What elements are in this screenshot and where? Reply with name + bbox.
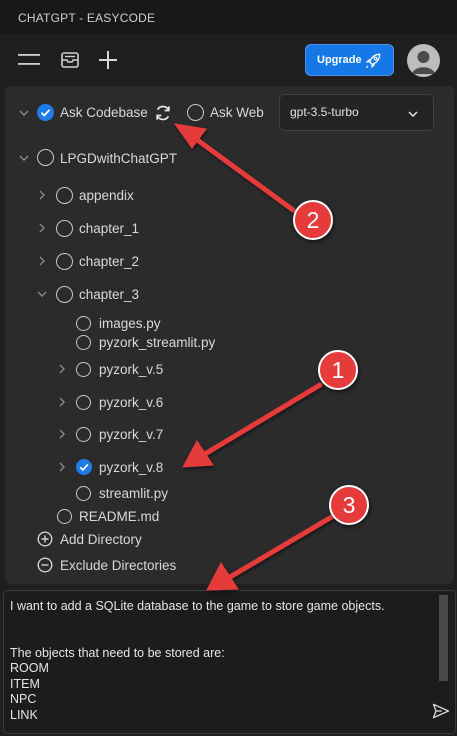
chat-scrollbar[interactable] [439, 595, 448, 681]
chat-input[interactable]: I want to add a SQLite database to the g… [10, 599, 430, 723]
tree-item-appendix[interactable]: appendix [79, 183, 134, 207]
chevron-down-icon[interactable] [36, 288, 48, 300]
chevron-down-icon[interactable] [18, 107, 30, 119]
tree-pyzork-streamlit-checkbox[interactable] [76, 335, 91, 350]
chat-input-box[interactable]: I want to add a SQLite database to the g… [3, 590, 456, 734]
chevron-right-icon[interactable] [56, 461, 68, 473]
tree-item-readme[interactable]: README.md [79, 504, 159, 528]
tree-item-chapter-2[interactable]: chapter_2 [79, 249, 139, 273]
plus-icon[interactable] [96, 48, 120, 72]
tree-pyzork-v7-checkbox[interactable] [76, 427, 91, 442]
exclude-directories-button[interactable]: Exclude Directories [60, 553, 176, 577]
annotation-badge-1: 1 [318, 350, 358, 390]
rocket-icon [365, 53, 381, 69]
inbox-tray-icon[interactable] [58, 48, 82, 72]
tree-chapter-3-checkbox[interactable] [56, 286, 73, 303]
send-icon[interactable] [431, 701, 451, 721]
model-select-value: gpt-3.5-turbo [290, 105, 359, 119]
chevron-right-icon[interactable] [36, 189, 48, 201]
tree-item-pyzork-v7[interactable]: pyzork_v.7 [99, 422, 163, 446]
chevron-right-icon[interactable] [56, 428, 68, 440]
upgrade-label: Upgrade [317, 54, 362, 66]
tree-appendix-checkbox[interactable] [56, 187, 73, 204]
chevron-right-icon[interactable] [36, 222, 48, 234]
ask-codebase-checkbox[interactable] [37, 104, 54, 121]
tree-streamlit-checkbox[interactable] [76, 486, 91, 501]
user-avatar-icon[interactable] [407, 44, 440, 77]
ask-web-label: Ask Web [210, 104, 264, 120]
tree-pyzork-v5-checkbox[interactable] [76, 362, 91, 377]
ask-web-checkbox[interactable] [187, 104, 204, 121]
remove-circle-icon[interactable] [37, 557, 53, 573]
annotation-badge-2: 2 [293, 200, 333, 240]
refresh-icon[interactable] [153, 103, 173, 123]
tree-item-streamlit[interactable]: streamlit.py [99, 481, 168, 505]
tree-item-pyzork-streamlit[interactable]: pyzork_streamlit.py [99, 330, 215, 354]
chevron-down-icon[interactable] [18, 152, 30, 164]
upgrade-button[interactable]: Upgrade [305, 44, 394, 76]
tree-item-pyzork-v8[interactable]: pyzork_v.8 [99, 455, 163, 479]
add-circle-icon[interactable] [37, 531, 53, 547]
tree-chapter-2-checkbox[interactable] [56, 253, 73, 270]
hamburger-menu-icon[interactable] [17, 48, 41, 72]
tree-pyzork-v8-checkbox[interactable] [76, 459, 92, 475]
tree-item-chapter-3[interactable]: chapter_3 [79, 282, 139, 306]
chevron-right-icon[interactable] [36, 255, 48, 267]
ask-codebase-label: Ask Codebase [60, 104, 148, 120]
tree-root-checkbox[interactable] [37, 149, 54, 166]
tree-item-chapter-1[interactable]: chapter_1 [79, 216, 139, 240]
model-select[interactable]: gpt-3.5-turbo [279, 94, 434, 131]
chevron-right-icon[interactable] [56, 363, 68, 375]
tree-images-checkbox[interactable] [76, 316, 91, 331]
window-title: CHATGPT - EASYCODE [0, 0, 457, 34]
tree-readme-checkbox[interactable] [57, 509, 72, 524]
chevron-down-icon [408, 111, 418, 118]
context-panel: Ask Codebase Ask Web gpt-3.5-turbo LPGDw… [5, 86, 454, 584]
toolbar: Upgrade [0, 34, 457, 86]
tree-item-pyzork-v5[interactable]: pyzork_v.5 [99, 357, 163, 381]
chevron-right-icon[interactable] [56, 396, 68, 408]
annotation-badge-3: 3 [329, 485, 369, 525]
add-directory-button[interactable]: Add Directory [60, 527, 142, 551]
tree-chapter-1-checkbox[interactable] [56, 220, 73, 237]
tree-item-pyzork-v6[interactable]: pyzork_v.6 [99, 390, 163, 414]
tree-pyzork-v6-checkbox[interactable] [76, 395, 91, 410]
tree-item-root[interactable]: LPGDwithChatGPT [60, 146, 177, 170]
